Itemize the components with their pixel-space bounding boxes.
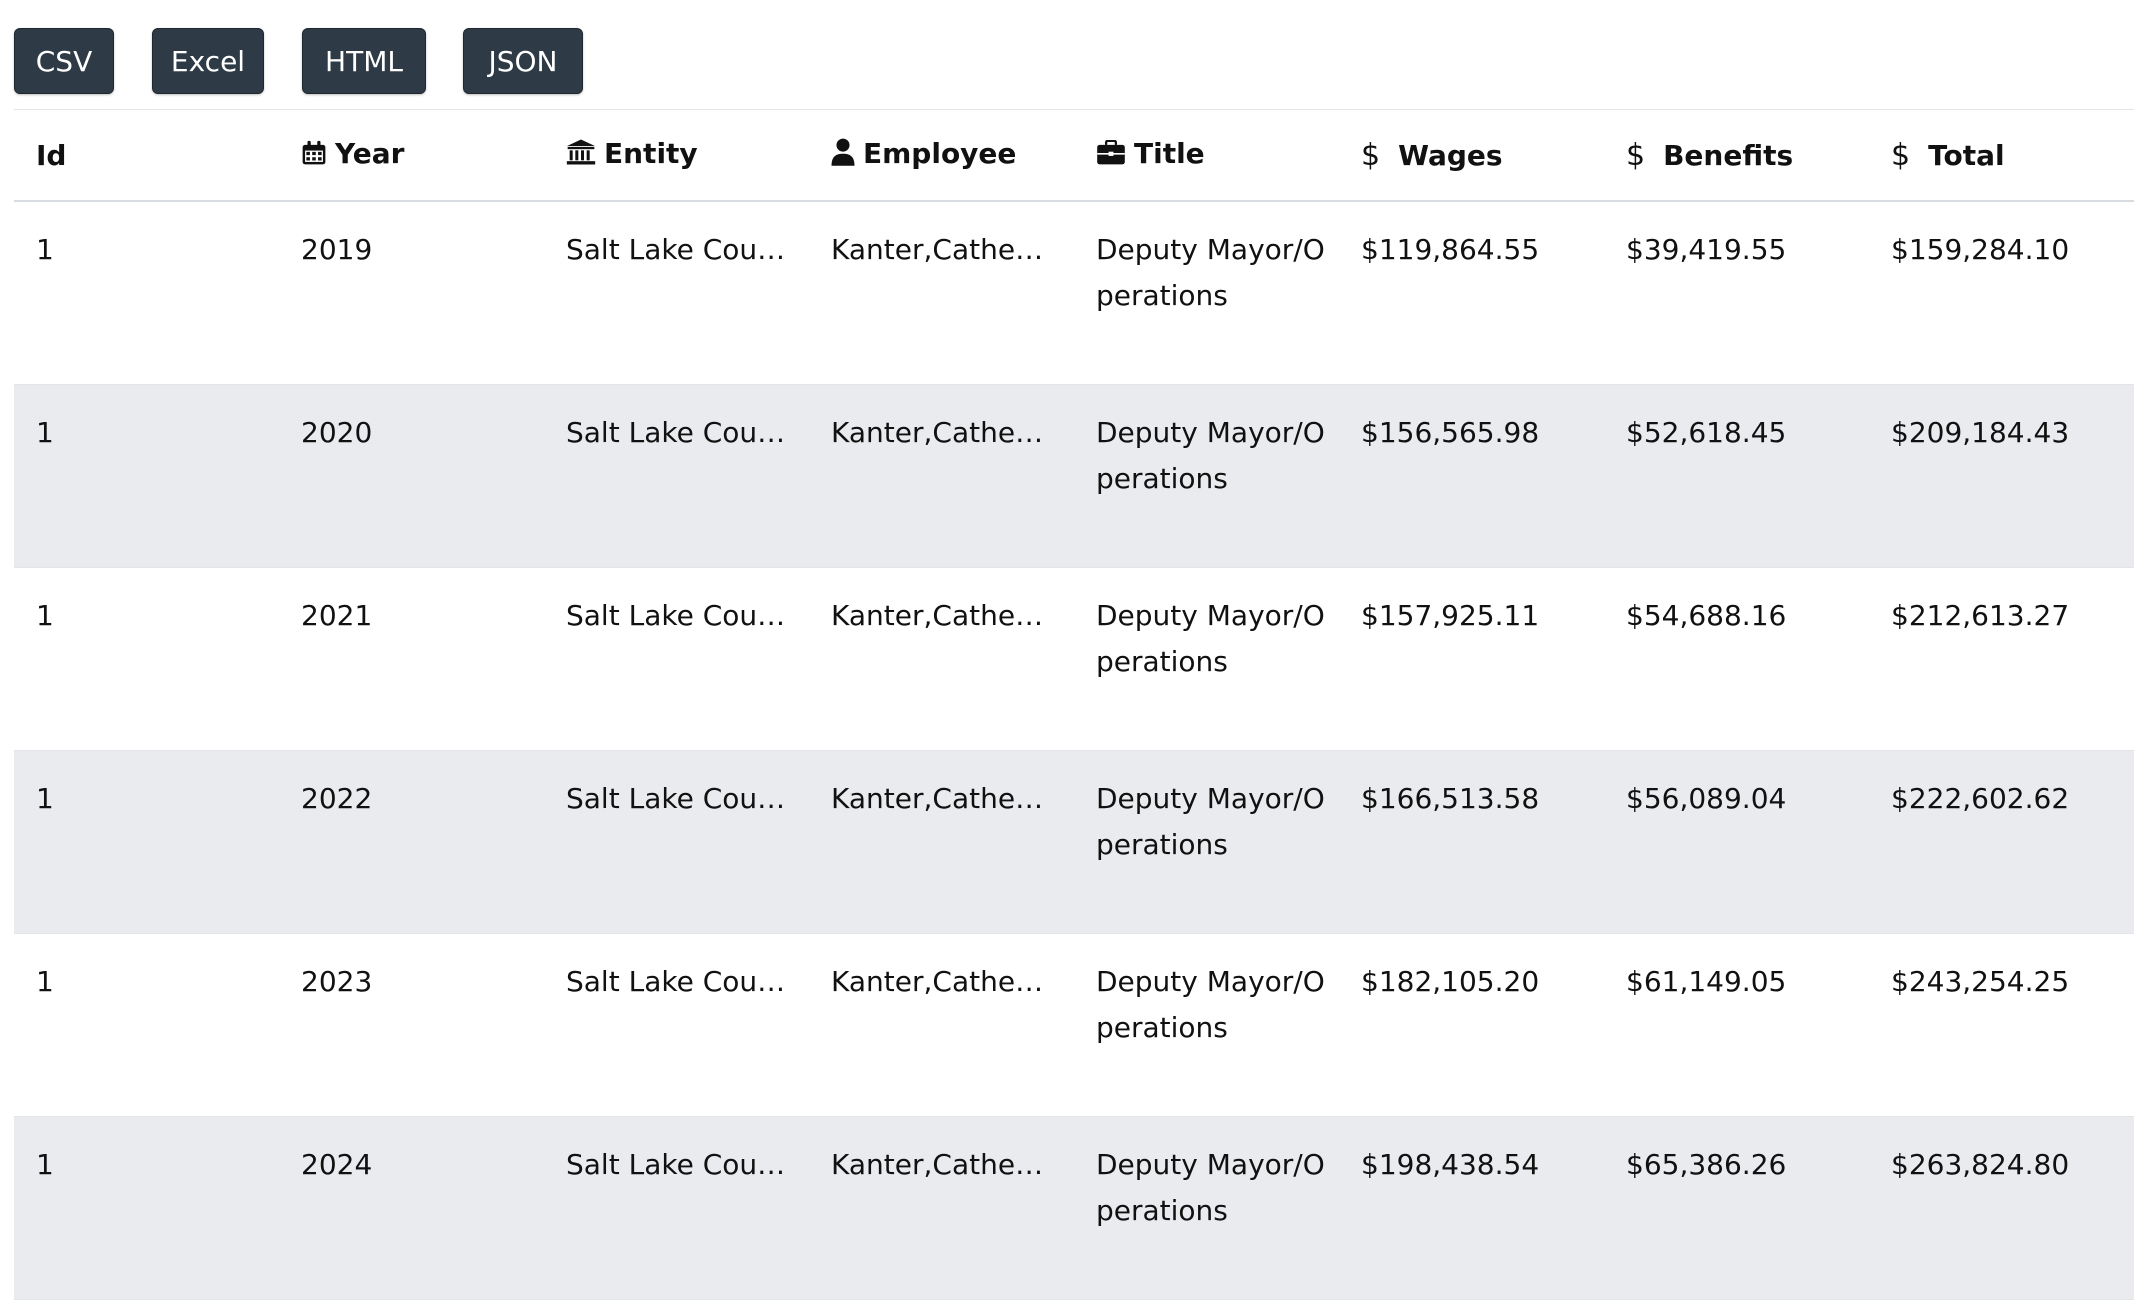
- export-html-button[interactable]: HTML: [302, 28, 426, 94]
- cell-total: $222,602.62: [1891, 781, 2070, 815]
- dollar-icon: $: [1626, 137, 1646, 173]
- table-row[interactable]: 1 2022 Salt Lake County Kanter,Catherine…: [14, 750, 2134, 933]
- header-id[interactable]: Id: [14, 110, 279, 201]
- table-row[interactable]: 1 2021 Salt Lake County Kanter,Catherine…: [14, 567, 2134, 750]
- cell-benefits: $52,618.45: [1626, 415, 1787, 449]
- header-employee-label: Employee: [863, 137, 1017, 170]
- cell-total: $209,184.43: [1891, 415, 2070, 449]
- cell-entity: Salt Lake County: [566, 1147, 803, 1181]
- table-row[interactable]: 1 2019 Salt Lake County Kanter,Catherine…: [14, 201, 2134, 384]
- cell-title: Deputy Mayor/Operations: [1096, 964, 1325, 1044]
- table-row[interactable]: 1 2023 Salt Lake County Kanter,Catherine…: [14, 933, 2134, 1116]
- table-header-row: Id Year Entity Employee Title $ Wages $ …: [14, 110, 2134, 201]
- cell-benefits: $54,688.16: [1626, 598, 1787, 632]
- cell-title: Deputy Mayor/Operations: [1096, 598, 1325, 678]
- cell-entity: Salt Lake County: [566, 781, 803, 815]
- header-year-label: Year: [335, 137, 405, 170]
- cell-benefits: $39,419.55: [1626, 233, 1787, 266]
- cell-year: 2024: [301, 1147, 373, 1181]
- cell-year: 2022: [301, 781, 373, 815]
- cell-entity: Salt Lake County: [566, 964, 803, 998]
- header-total-label: Total: [1928, 138, 2005, 172]
- table-row[interactable]: 1 2024 Salt Lake County Kanter,Catherine…: [14, 1116, 2134, 1299]
- cell-title: Deputy Mayor/Operations: [1096, 233, 1325, 312]
- cell-benefits: $61,149.05: [1626, 964, 1787, 998]
- cell-wages: $157,925.11: [1361, 598, 1540, 632]
- cell-wages: $182,105.20: [1361, 964, 1540, 998]
- cell-wages: $166,513.58: [1361, 781, 1540, 815]
- header-title-label: Title: [1134, 137, 1205, 170]
- header-title[interactable]: Title: [1074, 110, 1339, 201]
- cell-id: 1: [36, 964, 54, 998]
- cell-wages: $198,438.54: [1361, 1147, 1540, 1181]
- cell-id: 1: [36, 233, 54, 266]
- calendar-icon: [301, 140, 327, 173]
- cell-total: $263,824.80: [1891, 1147, 2070, 1181]
- cell-id: 1: [36, 415, 54, 449]
- header-id-label: Id: [36, 138, 67, 172]
- cell-id: 1: [36, 1147, 54, 1181]
- cell-employee: Kanter,Catherine: [831, 233, 1070, 266]
- header-year[interactable]: Year: [279, 110, 544, 201]
- dollar-icon: $: [1891, 137, 1911, 173]
- cell-year: 2023: [301, 964, 373, 998]
- cell-year: 2021: [301, 598, 373, 632]
- cell-year: 2020: [301, 415, 373, 449]
- export-json-button[interactable]: JSON: [463, 28, 583, 94]
- cell-entity: Salt Lake County: [566, 598, 803, 632]
- cell-employee: Kanter,Catherine: [831, 964, 1070, 998]
- employee-compensation-table: Id Year Entity Employee Title $ Wages $ …: [14, 110, 2134, 1300]
- header-total[interactable]: $ Total: [1869, 110, 2134, 201]
- cell-title: Deputy Mayor/Operations: [1096, 781, 1325, 861]
- cell-title: Deputy Mayor/Operations: [1096, 415, 1325, 495]
- cell-employee: Kanter,Catherine: [831, 781, 1070, 815]
- cell-employee: Kanter,Catherine: [831, 598, 1070, 632]
- cell-total: $243,254.25: [1891, 964, 2070, 998]
- cell-entity: Salt Lake County: [566, 415, 803, 449]
- header-benefits-label: Benefits: [1663, 138, 1794, 172]
- cell-wages: $156,565.98: [1361, 415, 1540, 449]
- bank-icon: [566, 138, 596, 173]
- header-wages-label: Wages: [1398, 138, 1503, 172]
- cell-employee: Kanter,Catherine: [831, 415, 1070, 449]
- table-row[interactable]: 1 2020 Salt Lake County Kanter,Catherine…: [14, 384, 2134, 567]
- cell-id: 1: [36, 598, 54, 632]
- cell-employee: Kanter,Catherine: [831, 1147, 1070, 1181]
- briefcase-icon: [1096, 139, 1126, 173]
- dollar-icon: $: [1361, 137, 1381, 173]
- cell-wages: $119,864.55: [1361, 233, 1540, 266]
- cell-benefits: $56,089.04: [1626, 781, 1787, 815]
- cell-total: $159,284.10: [1891, 233, 2070, 266]
- cell-id: 1: [36, 781, 54, 815]
- user-icon: [831, 138, 855, 173]
- cell-entity: Salt Lake County: [566, 233, 803, 266]
- header-entity[interactable]: Entity: [544, 110, 809, 201]
- cell-total: $212,613.27: [1891, 598, 2070, 632]
- cell-year: 2019: [301, 233, 373, 266]
- header-benefits[interactable]: $ Benefits: [1604, 110, 1869, 201]
- header-employee[interactable]: Employee: [809, 110, 1074, 201]
- export-excel-button[interactable]: Excel: [152, 28, 264, 94]
- export-csv-button[interactable]: CSV: [14, 28, 114, 94]
- header-entity-label: Entity: [604, 137, 698, 170]
- cell-benefits: $65,386.26: [1626, 1147, 1787, 1181]
- cell-title: Deputy Mayor/Operations: [1096, 1147, 1325, 1227]
- header-wages[interactable]: $ Wages: [1339, 110, 1604, 201]
